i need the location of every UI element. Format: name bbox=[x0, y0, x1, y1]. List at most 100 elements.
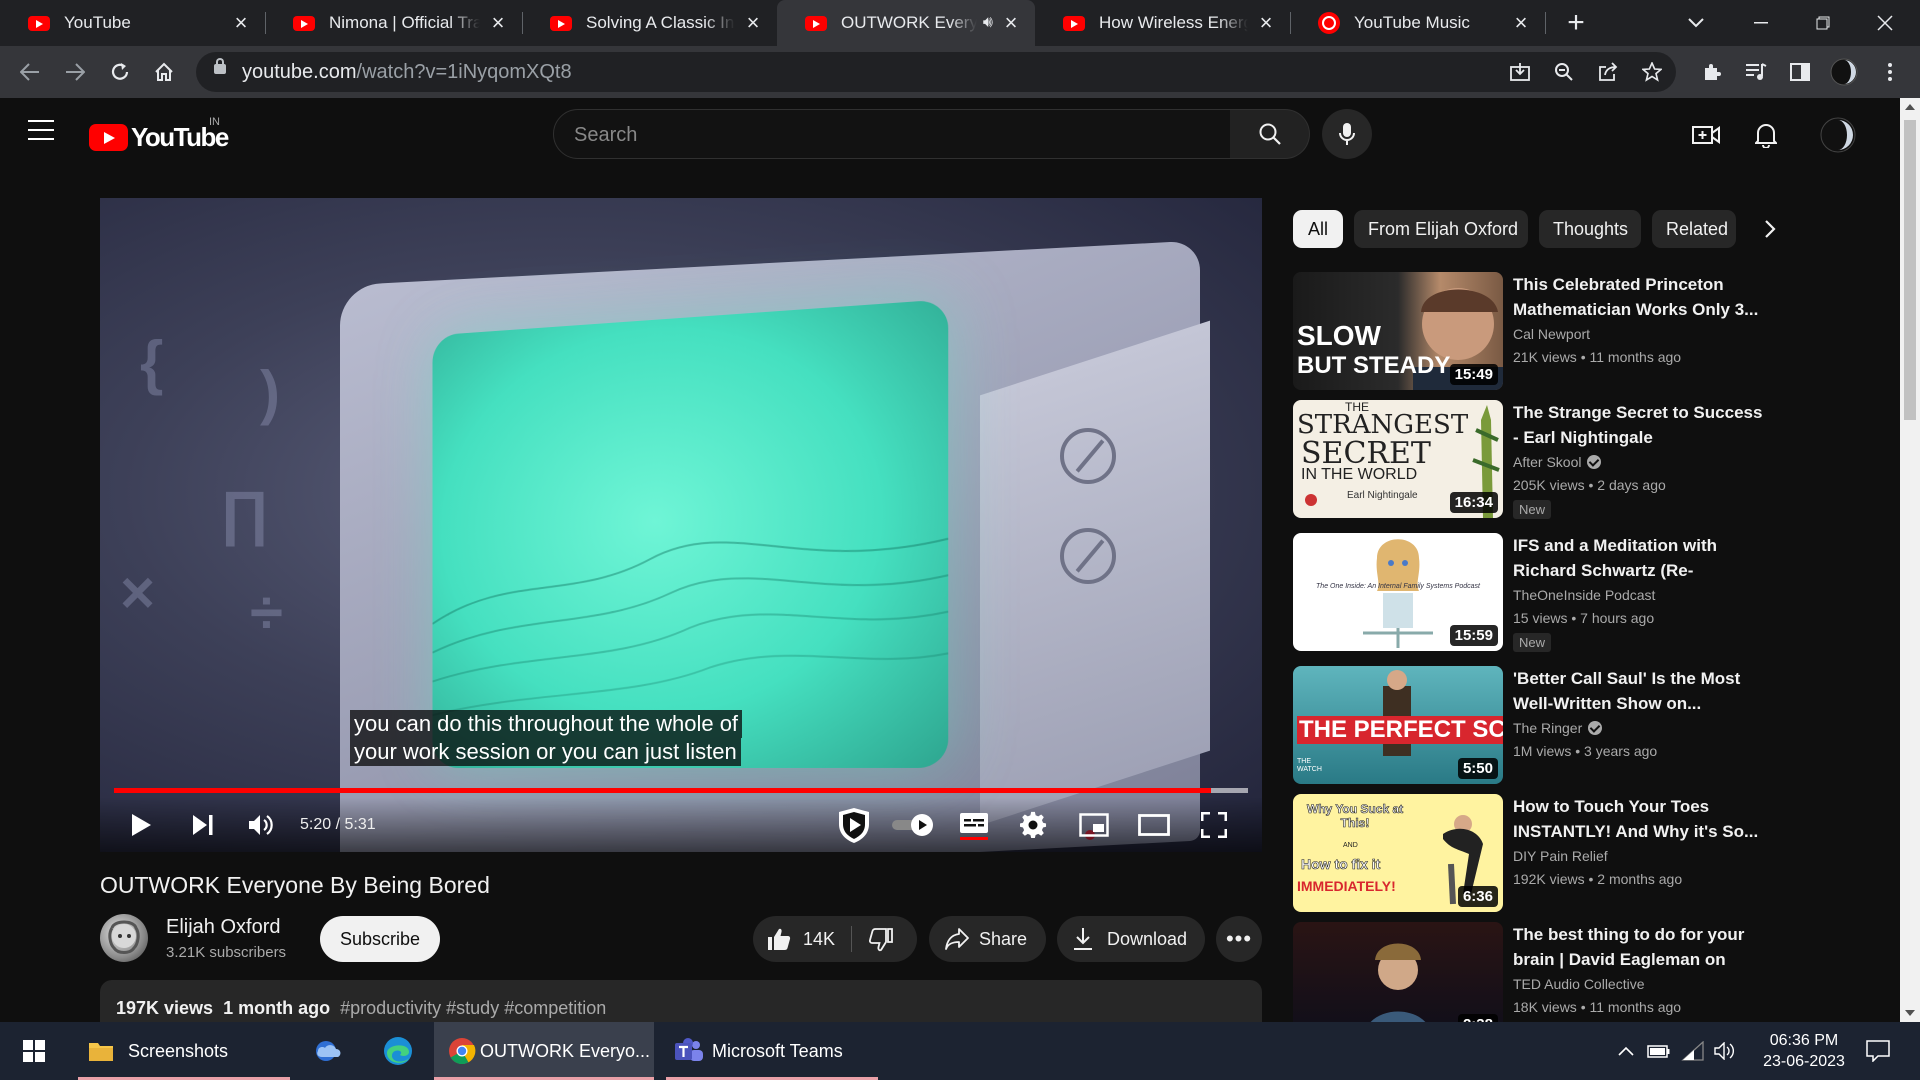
url-text[interactable]: youtube.com/watch?v=1iNyqomXQt8 bbox=[242, 61, 572, 84]
miniplayer-button[interactable] bbox=[1074, 806, 1114, 844]
media-controls-icon[interactable] bbox=[1738, 54, 1774, 90]
chip-scroll-right-button[interactable] bbox=[1750, 210, 1790, 248]
extensions-puzzle-icon[interactable] bbox=[1694, 54, 1730, 90]
search-input[interactable] bbox=[574, 122, 1194, 148]
recommendation-title[interactable]: This Celebrated Princeton Mathematician … bbox=[1513, 272, 1763, 322]
play-button[interactable] bbox=[122, 806, 160, 844]
recommendation-channel[interactable]: Cal Newport bbox=[1513, 326, 1590, 342]
reload-icon[interactable] bbox=[102, 54, 138, 90]
chip-related[interactable]: Related bbox=[1652, 210, 1736, 248]
taskbar-item-chrome-active[interactable]: OUTWORK Everyo... bbox=[434, 1022, 654, 1080]
recommendation-item[interactable]: THE STRANGEST SECRET IN THE WORLD Earl N… bbox=[1293, 400, 1763, 519]
tab-search-chevron-down-icon[interactable] bbox=[1676, 0, 1716, 46]
install-app-icon[interactable] bbox=[1502, 54, 1538, 90]
search-button[interactable] bbox=[1230, 109, 1310, 159]
close-icon[interactable]: × bbox=[231, 10, 251, 35]
lock-icon[interactable] bbox=[214, 58, 226, 74]
account-avatar-button[interactable] bbox=[1818, 115, 1858, 155]
hashtags[interactable]: #productivity #study #competition bbox=[340, 998, 606, 1018]
side-panel-icon[interactable] bbox=[1782, 54, 1818, 90]
chip-from-channel[interactable]: From Elijah Oxford bbox=[1354, 210, 1528, 248]
close-icon[interactable]: × bbox=[1256, 10, 1276, 35]
video-thumbnail[interactable]: 2:38 bbox=[1293, 922, 1503, 1022]
window-minimize-icon[interactable] bbox=[1738, 0, 1784, 46]
mute-button[interactable] bbox=[242, 806, 280, 844]
notifications-button[interactable] bbox=[1746, 115, 1786, 155]
video-thumbnail[interactable]: SLOW BUT STEADY 15:49 bbox=[1293, 272, 1503, 390]
back-arrow-icon[interactable] bbox=[12, 54, 48, 90]
seek-bar[interactable] bbox=[114, 788, 1248, 793]
new-tab-plus-icon[interactable]: + bbox=[1556, 0, 1596, 46]
subscribe-button[interactable]: Subscribe bbox=[320, 916, 440, 962]
window-restore-icon[interactable] bbox=[1800, 0, 1846, 46]
zoom-icon[interactable] bbox=[1546, 54, 1582, 90]
battery-icon[interactable] bbox=[1644, 1022, 1674, 1080]
browser-tab-solving[interactable]: Solving A Classic Interview × bbox=[522, 0, 777, 46]
page-scrollbar[interactable] bbox=[1900, 98, 1920, 1022]
chip-thoughts[interactable]: Thoughts bbox=[1539, 210, 1641, 248]
youtube-logo[interactable]: YouTube IN bbox=[89, 116, 229, 153]
taskbar-item-edge[interactable] bbox=[374, 1022, 422, 1080]
recommendation-channel[interactable]: TED Audio Collective bbox=[1513, 976, 1645, 992]
recommendation-channel[interactable]: DIY Pain Relief bbox=[1513, 848, 1608, 864]
bookmark-star-icon[interactable] bbox=[1634, 54, 1670, 90]
create-video-button[interactable] bbox=[1686, 115, 1726, 155]
taskbar-item-outlook[interactable] bbox=[306, 1022, 354, 1080]
taskbar-item-screenshots[interactable]: Screenshots bbox=[78, 1022, 290, 1080]
recommendation-channel[interactable]: The Ringer bbox=[1513, 720, 1603, 736]
share-button[interactable]: Share bbox=[929, 916, 1046, 962]
recommendation-channel[interactable]: After Skool bbox=[1513, 454, 1602, 470]
address-bar[interactable]: youtube.com/watch?v=1iNyqomXQt8 bbox=[196, 52, 1676, 92]
wifi-icon[interactable] bbox=[1678, 1022, 1708, 1080]
close-icon[interactable]: × bbox=[488, 10, 508, 35]
close-icon[interactable]: × bbox=[1511, 10, 1531, 35]
fullscreen-button[interactable] bbox=[1194, 806, 1234, 844]
forward-arrow-icon[interactable] bbox=[57, 54, 93, 90]
close-icon[interactable]: × bbox=[743, 10, 763, 35]
home-icon[interactable] bbox=[146, 54, 182, 90]
speaker-icon[interactable] bbox=[1710, 1022, 1740, 1080]
autoplay-toggle[interactable] bbox=[890, 806, 936, 844]
taskbar-item-teams[interactable]: Microsoft Teams bbox=[666, 1022, 878, 1080]
theater-mode-button[interactable] bbox=[1134, 806, 1174, 844]
recommendation-item[interactable]: Why You Suck at This! AND How to fix it … bbox=[1293, 794, 1763, 912]
notification-center-button[interactable] bbox=[1858, 1022, 1898, 1080]
like-button[interactable] bbox=[767, 927, 791, 956]
channel-name[interactable]: Elijah Oxford bbox=[166, 916, 281, 939]
recommendation-item[interactable]: The One Inside: An Internal Family Syste… bbox=[1293, 533, 1763, 652]
recommendation-channel[interactable]: TheOneInside Podcast bbox=[1513, 587, 1655, 603]
download-button[interactable]: Download bbox=[1057, 916, 1205, 962]
video-thumbnail[interactable]: THE STRANGEST SECRET IN THE WORLD Earl N… bbox=[1293, 400, 1503, 518]
settings-button[interactable] bbox=[1014, 806, 1054, 844]
like-count[interactable]: 14K bbox=[803, 929, 835, 950]
dislike-button[interactable] bbox=[868, 928, 893, 957]
show-hidden-icons-chevron-up-icon[interactable] bbox=[1612, 1022, 1640, 1080]
system-clock[interactable]: 06:36 PM 23-06-2023 bbox=[1758, 1030, 1850, 1072]
captions-button[interactable] bbox=[954, 806, 994, 844]
speaker-icon[interactable]: 🔊︎ bbox=[983, 14, 993, 32]
recommendation-item[interactable]: SLOW BUT STEADY 15:49 This Celebrated Pr… bbox=[1293, 272, 1763, 390]
profile-avatar-icon[interactable] bbox=[1826, 54, 1862, 90]
recommendation-title[interactable]: The best thing to do for your brain | Da… bbox=[1513, 922, 1763, 974]
browser-tab-outwork-active[interactable]: OUTWORK Everyone 🔊︎ × bbox=[777, 0, 1035, 46]
recommendation-title[interactable]: How to Touch Your Toes INSTANTLY! And Wh… bbox=[1513, 794, 1763, 844]
browser-tab-youtube-music[interactable]: YouTube Music × bbox=[1290, 0, 1545, 46]
next-button[interactable] bbox=[184, 806, 222, 844]
share-page-icon[interactable] bbox=[1590, 54, 1626, 90]
scrollbar-thumb[interactable] bbox=[1904, 120, 1916, 420]
recommendation-title[interactable]: IFS and a Meditation with Richard Schwar… bbox=[1513, 533, 1763, 585]
recommendation-item[interactable]: 2:38 The best thing to do for your brain… bbox=[1293, 922, 1763, 1022]
sponsor-shield-button[interactable] bbox=[832, 806, 876, 844]
channel-avatar[interactable] bbox=[100, 914, 148, 962]
more-actions-button[interactable]: ••• bbox=[1216, 916, 1262, 962]
video-thumbnail[interactable]: The One Inside: An Internal Family Syste… bbox=[1293, 533, 1503, 651]
browser-menu-kebab-icon[interactable] bbox=[1872, 54, 1908, 90]
window-close-icon[interactable] bbox=[1862, 0, 1908, 46]
close-icon[interactable]: × bbox=[1001, 10, 1021, 35]
browser-tab-nimona[interactable]: Nimona | Official Trailer × bbox=[265, 0, 522, 46]
hamburger-menu-icon[interactable] bbox=[28, 120, 54, 140]
browser-tab-youtube[interactable]: YouTube × bbox=[0, 0, 265, 46]
start-button[interactable] bbox=[14, 1022, 54, 1080]
voice-search-button[interactable] bbox=[1322, 109, 1372, 159]
video-thumbnail[interactable]: Why You Suck at This! AND How to fix it … bbox=[1293, 794, 1503, 912]
